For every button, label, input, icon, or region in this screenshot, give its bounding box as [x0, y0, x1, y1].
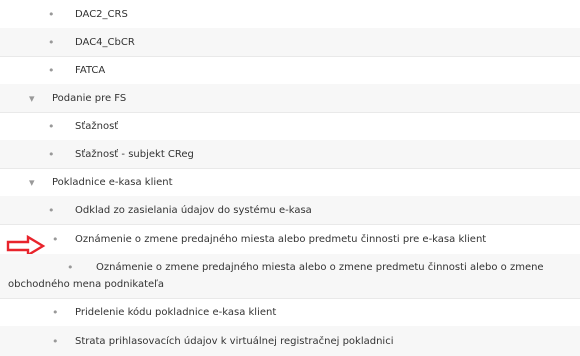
bullet-icon: • — [48, 36, 55, 49]
bullet-icon: • — [48, 8, 55, 21]
bullet-icon: • — [48, 204, 55, 217]
tree-item-staznost[interactable]: • Sťažnosť — [0, 112, 580, 141]
tree-item-label[interactable]: FATCA — [75, 66, 105, 76]
tree-item-label[interactable]: DAC4_CbCR — [75, 38, 135, 48]
tree-item-label[interactable]: Pokladnice e-kasa klient — [52, 178, 173, 188]
tree-item-label[interactable]: Oznámenie o zmene predajného miesta aleb… — [8, 259, 572, 293]
tree-item-label[interactable]: Oznámenie o zmene predajného miesta aleb… — [75, 235, 486, 245]
tree-item-label[interactable]: DAC2_CRS — [75, 10, 128, 20]
tree-item-label[interactable]: Sťažnosť — [75, 122, 118, 132]
collapse-triangle-icon[interactable]: ▾ — [29, 177, 35, 188]
tree-item-pridelenie-kodu[interactable]: • Pridelenie kódu pokladnice e-kasa klie… — [0, 298, 580, 327]
tree-item-label[interactable]: Strata prihlasovacích údajov k virtuálne… — [75, 337, 393, 347]
tree-item-label[interactable]: Sťažnosť - subjekt CReg — [75, 150, 194, 160]
tree-item-odklad[interactable]: • Odklad zo zasielania údajov do systému… — [0, 196, 580, 225]
tree-item-dac2-crs[interactable]: • DAC2_CRS — [0, 0, 580, 29]
tree-item-label[interactable]: Odklad zo zasielania údajov do systému e… — [75, 206, 312, 216]
collapse-triangle-icon[interactable]: ▾ — [29, 93, 35, 104]
tree-item-podanie-pre-fs[interactable]: ▾ Podanie pre FS — [0, 84, 580, 113]
tree-item-strata-udajov[interactable]: • Strata prihlasovacích údajov k virtuál… — [0, 326, 580, 356]
tree-item-label[interactable]: Pridelenie kódu pokladnice e-kasa klient — [75, 308, 276, 318]
bullet-icon: • — [52, 335, 59, 348]
tree-item-oznamenie-obchodne-meno[interactable]: • Oznámenie o zmene predajného miesta al… — [0, 254, 580, 299]
tree-item-fatca[interactable]: • FATCA — [0, 56, 580, 85]
bullet-icon: • — [52, 306, 59, 319]
bullet-icon: • — [48, 120, 55, 133]
bullet-icon: • — [48, 148, 55, 161]
tree-item-pokladnice-e-kasa-klient[interactable]: ▾ Pokladnice e-kasa klient — [0, 168, 580, 197]
bullet-icon: • — [48, 64, 55, 77]
bullet-icon: • — [52, 233, 59, 246]
tree-item-dac4-cbcr[interactable]: • DAC4_CbCR — [0, 28, 580, 57]
tree-item-label[interactable]: Podanie pre FS — [52, 94, 126, 104]
tree-item-staznost-subjekt-creg[interactable]: • Sťažnosť - subjekt CReg — [0, 140, 580, 169]
tree-item-oznamenie-ekasa[interactable]: • Oznámenie o zmene predajného miesta al… — [0, 224, 580, 255]
